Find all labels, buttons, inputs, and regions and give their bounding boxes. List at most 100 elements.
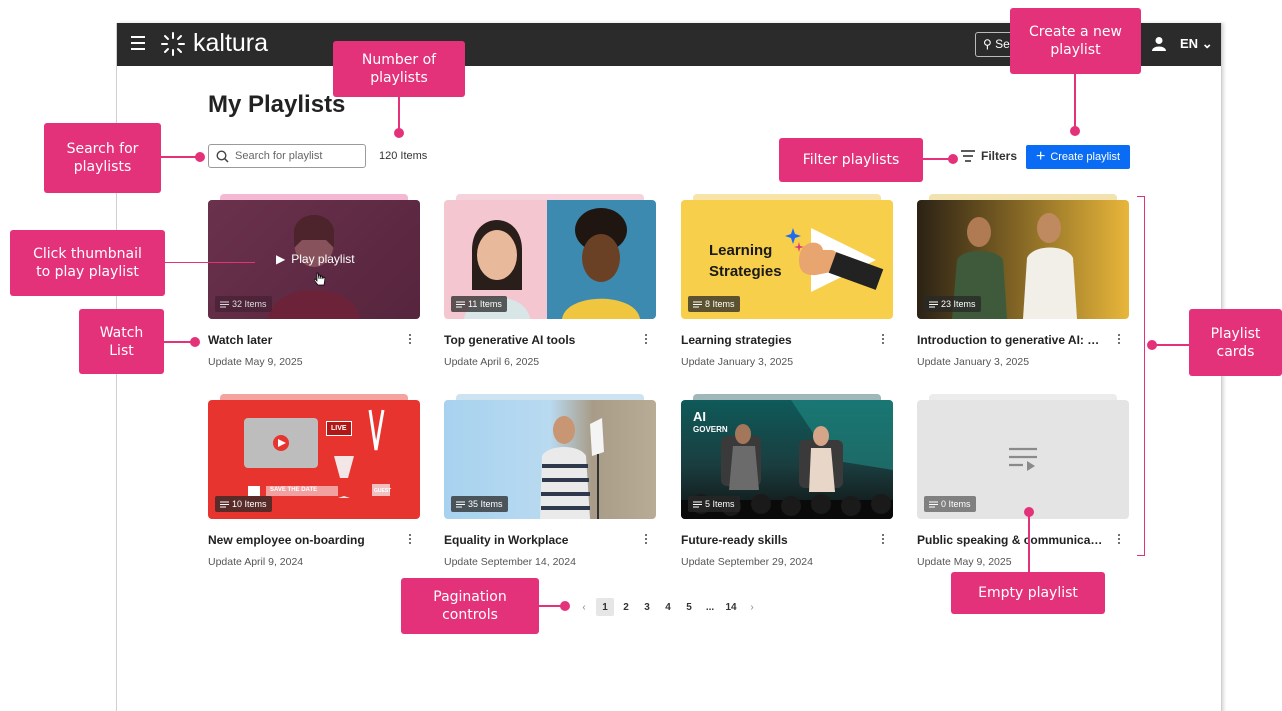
callout-dot [1070, 126, 1080, 136]
thumbnail-caption-line: Learning [709, 242, 773, 259]
card-title[interactable]: Introduction to generative AI: U... [917, 333, 1105, 347]
search-icon [216, 150, 229, 163]
playlist-thumbnail[interactable]: AI GOVERN 5 Items [681, 400, 893, 519]
callout-click-thumbnail: Click thumbnail to play playlist [10, 230, 165, 296]
more-options-icon[interactable] [882, 534, 885, 546]
items-badge-label: 5 Items [705, 499, 735, 509]
empty-playlist-icon [1009, 447, 1037, 471]
callout-dot [1147, 340, 1157, 350]
language-selector[interactable]: EN ⌄ [1180, 36, 1213, 52]
card-date: Update January 3, 2025 [681, 356, 794, 368]
play-playlist-button[interactable]: ▶ Play playlist [276, 252, 355, 266]
playlist-thumbnail[interactable]: 23 Items [917, 200, 1129, 319]
menu-icon[interactable] [131, 36, 145, 52]
kaltura-logo[interactable]: kaltura [159, 29, 268, 58]
more-options-icon[interactable] [409, 534, 412, 546]
thumbnail-caption: Learning Strategies [709, 240, 782, 282]
page-button[interactable]: 3 [638, 598, 656, 616]
callout-number-of-playlists: Number of playlists [333, 41, 465, 97]
playlist-thumbnail[interactable]: 35 Items [444, 400, 656, 519]
more-options-icon[interactable] [645, 534, 648, 546]
thumbnail-caption-line: Strategies [709, 263, 782, 280]
more-options-icon[interactable] [882, 334, 885, 346]
items-badge-label: 35 Items [468, 499, 503, 509]
card-title[interactable]: Public speaking & communicatio... [917, 533, 1105, 547]
page-button[interactable]: 2 [617, 598, 635, 616]
playlist-icon [220, 301, 229, 307]
card-title[interactable]: Top generative AI tools [444, 333, 632, 347]
more-options-icon[interactable] [1118, 534, 1121, 546]
items-badge: 5 Items [688, 496, 740, 512]
callout-dot [195, 152, 205, 162]
playlist-thumbnail[interactable]: 11 Items [444, 200, 656, 319]
playlist-search-input[interactable]: Search for playlist [208, 144, 366, 168]
callout-dot [394, 128, 404, 138]
items-badge-label: 8 Items [705, 299, 735, 309]
next-page-button[interactable]: › [743, 598, 761, 616]
card-title[interactable]: Learning strategies [681, 333, 869, 347]
playlist-thumbnail[interactable]: LIVE SAVE THE DATE GUEST 10 Items [208, 400, 420, 519]
playlist-card[interactable]: ▶ Play playlist 32 Items Watch later Upd… [208, 194, 420, 380]
thumbnail-caption-line: GOVERN [693, 425, 728, 434]
items-badge: 8 Items [688, 296, 740, 312]
page-button[interactable]: 14 [722, 598, 740, 616]
chevron-down-icon: ⌄ [1201, 36, 1213, 51]
user-icon[interactable] [1152, 36, 1166, 52]
items-badge-label: 11 Items [468, 299, 502, 309]
card-date: Update May 9, 2025 [208, 356, 303, 368]
card-date: Update April 9, 2024 [208, 556, 304, 568]
card-title[interactable]: Equality in Workplace [444, 533, 632, 547]
thumbnail-caption: AI GOVERN [693, 410, 728, 436]
more-options-icon[interactable] [409, 334, 412, 346]
callout-search-for-playlists: Search for playlists [44, 123, 161, 193]
page-button[interactable]: 1 [596, 598, 614, 616]
card-date: Update April 6, 2025 [444, 356, 540, 368]
filters-label: Filters [981, 149, 1018, 163]
callout-leader-line [161, 156, 199, 158]
create-playlist-button[interactable]: + Create playlist [1026, 145, 1130, 169]
search-icon: ⚲ [983, 37, 992, 51]
page-button[interactable]: 4 [659, 598, 677, 616]
items-badge: 35 Items [451, 496, 508, 512]
callout-empty-playlist: Empty playlist [951, 572, 1105, 614]
filters-button[interactable]: Filters [961, 149, 1017, 163]
callout-dot [560, 601, 570, 611]
more-options-icon[interactable] [645, 334, 648, 346]
playlist-card[interactable]: 0 Items Public speaking & communicatio..… [917, 394, 1129, 580]
playlist-thumbnail[interactable]: Learning Strategies 8 Items [681, 200, 893, 319]
playlist-thumbnail[interactable]: 0 Items [917, 400, 1129, 519]
playlist-card[interactable]: AI GOVERN 5 Items Future-ready skills Up… [681, 394, 893, 580]
card-title[interactable]: Watch later [208, 333, 396, 347]
plus-icon: + [1035, 148, 1046, 165]
playlist-thumbnail[interactable]: ▶ Play playlist 32 Items [208, 200, 420, 319]
card-date: Update May 9, 2025 [917, 556, 1012, 568]
card-title[interactable]: New employee on-boarding [208, 533, 396, 547]
card-title[interactable]: Future-ready skills [681, 533, 869, 547]
callout-pagination-controls: Pagination controls [401, 578, 539, 634]
thumbnail-caption: GUEST [374, 488, 392, 494]
card-date: Update January 3, 2025 [917, 356, 1030, 368]
page-button[interactable]: 5 [680, 598, 698, 616]
playlist-card[interactable]: LIVE SAVE THE DATE GUEST 10 Items New em… [208, 394, 420, 580]
play-icon: ▶ [276, 252, 286, 266]
playlist-icon [929, 501, 938, 507]
prev-page-button[interactable]: ‹ [575, 598, 593, 616]
page-title: My Playlists [208, 91, 346, 118]
callout-dot [190, 337, 200, 347]
global-search-input[interactable]: ⚲ Se [975, 32, 1015, 57]
create-playlist-label: Create playlist [1050, 151, 1121, 163]
thumbnail-caption: LIVE [326, 421, 352, 436]
playlist-card[interactable]: 11 Items Top generative AI tools Update … [444, 194, 656, 380]
items-badge-label: 10 Items [232, 499, 267, 509]
items-badge-label: 0 Items [941, 499, 971, 509]
playlist-card[interactable]: 23 Items Introduction to generative AI: … [917, 194, 1129, 380]
playlist-card[interactable]: Learning Strategies 8 Items Learning str… [681, 194, 893, 380]
callout-playlist-cards: Playlist cards [1189, 309, 1282, 376]
items-badge-label: 32 Items [232, 299, 267, 309]
thumbnail-caption-line: AI [693, 409, 706, 424]
playlist-card[interactable]: 35 Items Equality in Workplace Update Se… [444, 394, 656, 580]
more-options-icon[interactable] [1118, 334, 1121, 346]
filter-icon [961, 150, 975, 162]
hand-cursor-icon [314, 272, 326, 286]
items-badge: 23 Items [924, 296, 981, 312]
